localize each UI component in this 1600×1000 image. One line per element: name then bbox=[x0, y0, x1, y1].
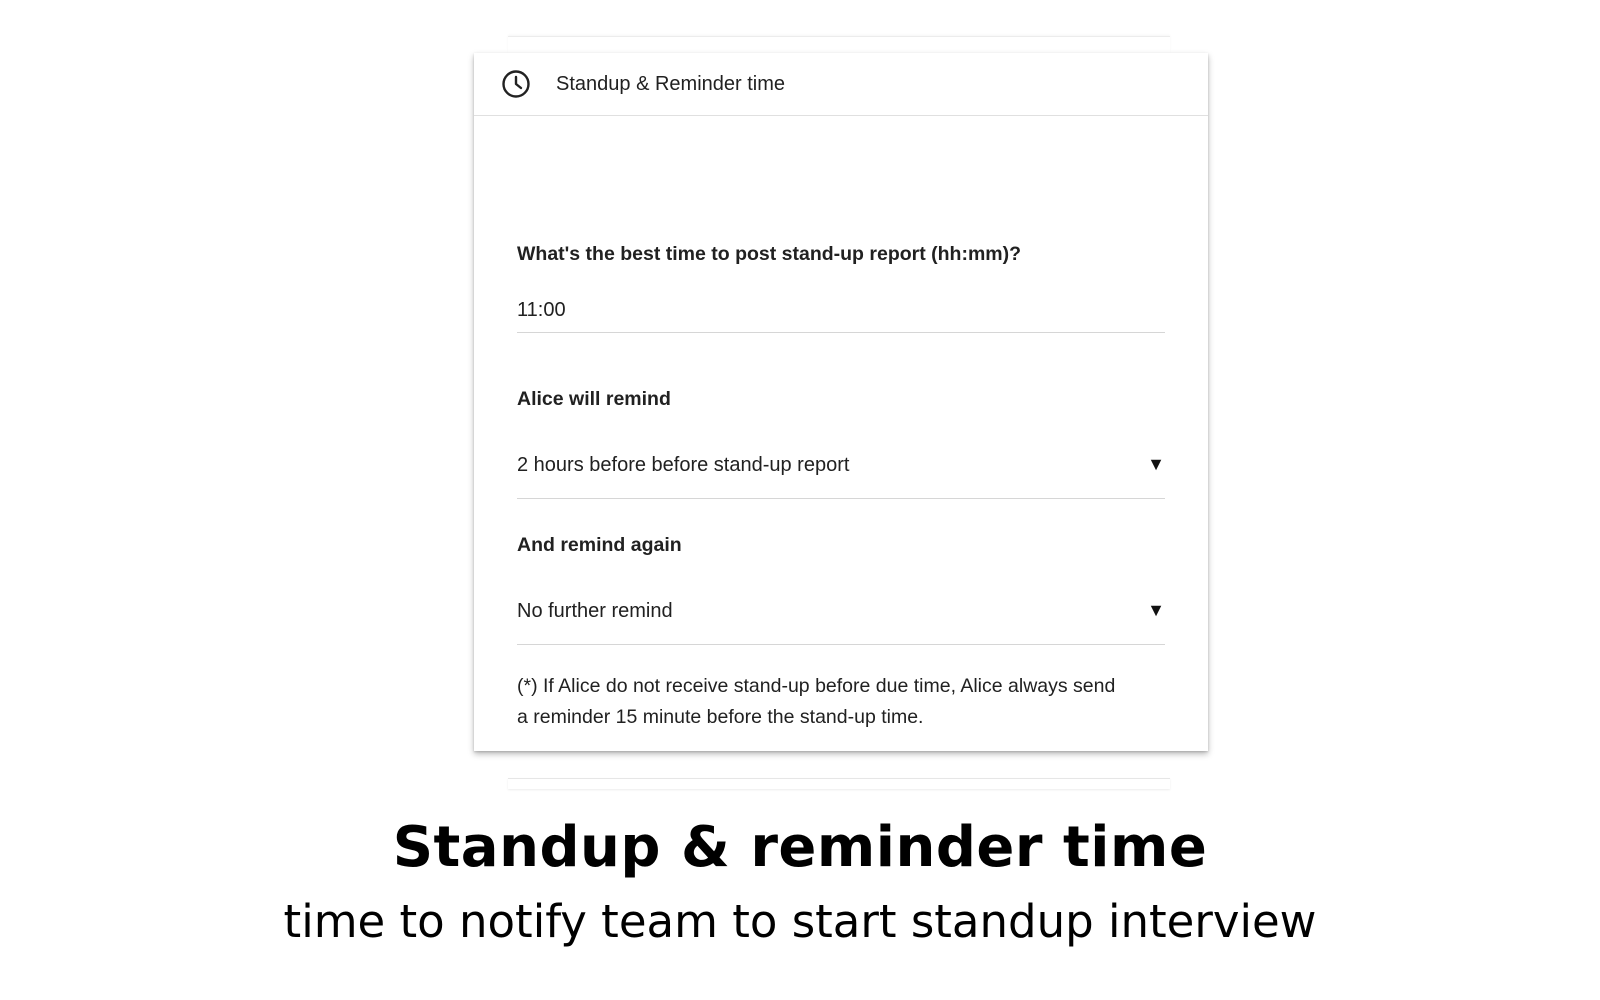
dropdown-arrow-icon[interactable]: ▼ bbox=[1147, 600, 1165, 621]
second-reminder-select[interactable]: No further remind ▼ bbox=[517, 600, 1165, 645]
caption-subtitle: time to notify team to start standup int… bbox=[283, 895, 1317, 948]
stacked-card-below bbox=[508, 778, 1170, 789]
post-time-input[interactable]: 11:00 bbox=[517, 299, 1165, 333]
reminder-note-line-2: a reminder 15 minute before the stand-up… bbox=[517, 706, 924, 728]
reminder-note: (*) If Alice do not receive stand-up bef… bbox=[517, 671, 1167, 733]
dropdown-arrow-icon[interactable]: ▼ bbox=[1147, 454, 1165, 475]
standup-reminder-card: Standup & Reminder time What's the best … bbox=[474, 53, 1208, 751]
post-time-label: What's the best time to post stand-up re… bbox=[517, 243, 1022, 265]
stacked-card-above bbox=[508, 36, 1170, 53]
reminder-note-line-1: (*) If Alice do not receive stand-up bef… bbox=[517, 675, 1116, 697]
first-reminder-select[interactable]: 2 hours before before stand-up report ▼ bbox=[517, 454, 1165, 499]
second-reminder-label: And remind again bbox=[517, 534, 682, 556]
post-time-value: 11:00 bbox=[517, 299, 566, 321]
second-reminder-value: No further remind bbox=[517, 600, 673, 622]
card-header: Standup & Reminder time bbox=[474, 53, 1208, 116]
first-reminder-label: Alice will remind bbox=[517, 388, 671, 410]
caption-title: Standup & reminder time bbox=[392, 815, 1208, 880]
first-reminder-value: 2 hours before before stand-up report bbox=[517, 454, 850, 476]
clock-icon bbox=[500, 68, 532, 100]
card-title: Standup & Reminder time bbox=[556, 72, 786, 95]
